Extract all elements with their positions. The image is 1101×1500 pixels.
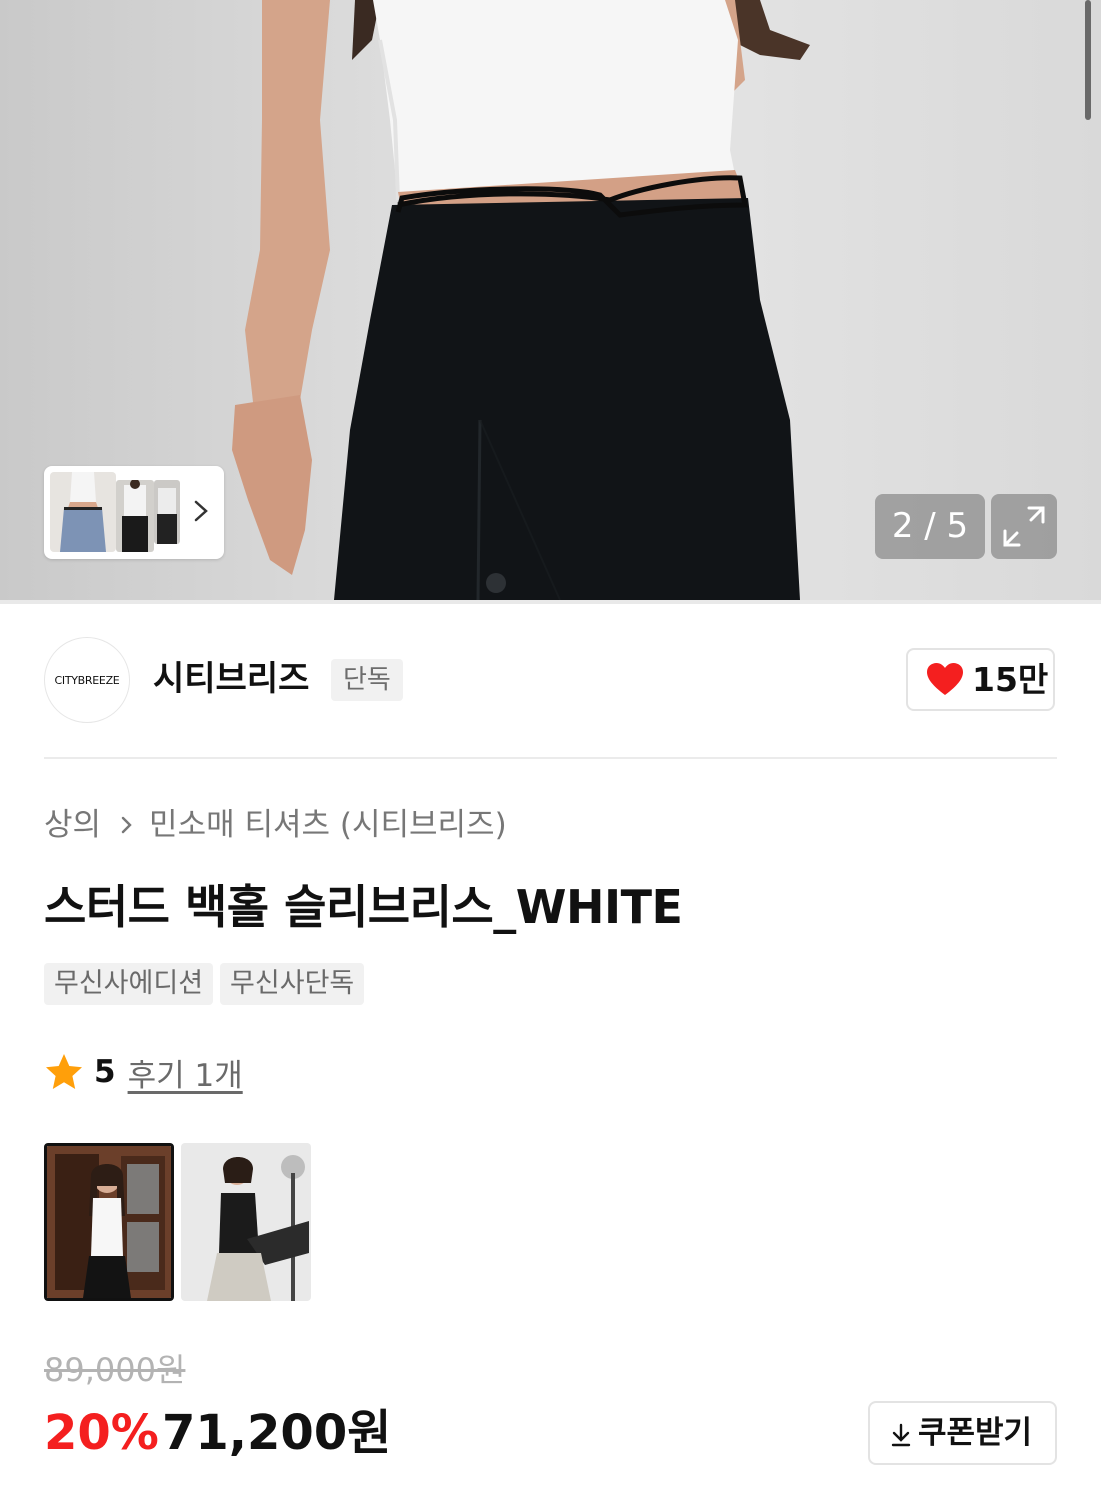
thumbnail-image[interactable] — [154, 480, 180, 544]
discount-rate: 20% — [44, 1405, 159, 1461]
scrollbar[interactable] — [1085, 0, 1091, 120]
breadcrumb: 상의 민소매 티셔츠 (시티브리즈) — [44, 803, 507, 847]
product-tags: 무신사에디션 무신사단독 — [44, 963, 365, 1005]
tag-musinsa-exclusive: 무신사단독 — [220, 963, 365, 1005]
thumbnail-image[interactable] — [50, 472, 116, 552]
brand-logo-text: CITYBREEZE — [54, 673, 120, 687]
divider — [44, 757, 1057, 759]
chevron-right-icon[interactable] — [190, 496, 212, 526]
coupon-button[interactable]: 쿠폰받기 — [868, 1401, 1057, 1465]
coupon-label: 쿠폰받기 — [918, 1415, 1033, 1451]
rating-row: 5 후기 1개 — [44, 1050, 243, 1094]
brand-logo[interactable]: CITYBREEZE — [44, 637, 130, 723]
brand-name[interactable]: 시티브리즈 — [153, 656, 309, 702]
tag-musinsa-edition: 무신사에디션 — [44, 963, 214, 1005]
like-button[interactable]: 15만 — [906, 648, 1055, 711]
breadcrumb-item-category[interactable]: 상의 — [44, 807, 101, 843]
thumbnail-strip[interactable] — [44, 466, 224, 559]
reviews-link[interactable]: 후기 1개 — [128, 1050, 243, 1095]
star-icon — [46, 1054, 82, 1089]
chevron-right-icon — [121, 816, 132, 833]
like-count: 15만 — [972, 660, 1049, 699]
thumbnail-image[interactable] — [116, 480, 154, 552]
original-price: 89,000원 — [44, 1351, 186, 1389]
heart-icon — [927, 663, 963, 695]
product-main-image[interactable]: 2 / 5 — [0, 0, 1101, 600]
divider — [0, 600, 1101, 604]
download-icon — [891, 1423, 911, 1447]
review-photo[interactable] — [181, 1143, 311, 1301]
brand-exclusive-badge: 단독 — [331, 659, 403, 701]
review-photo[interactable] — [44, 1143, 174, 1301]
product-title: 스터드 백홀 슬리브리스_WHITE — [44, 880, 683, 934]
rating-score: 5 — [94, 1054, 116, 1090]
expand-button[interactable] — [991, 494, 1057, 559]
breadcrumb-item-subcategory[interactable]: 민소매 티셔츠 (시티브리즈) — [149, 807, 507, 843]
sale-price: 71,200원 — [162, 1405, 392, 1461]
image-counter: 2 / 5 — [875, 494, 985, 559]
expand-icon — [1003, 506, 1045, 547]
